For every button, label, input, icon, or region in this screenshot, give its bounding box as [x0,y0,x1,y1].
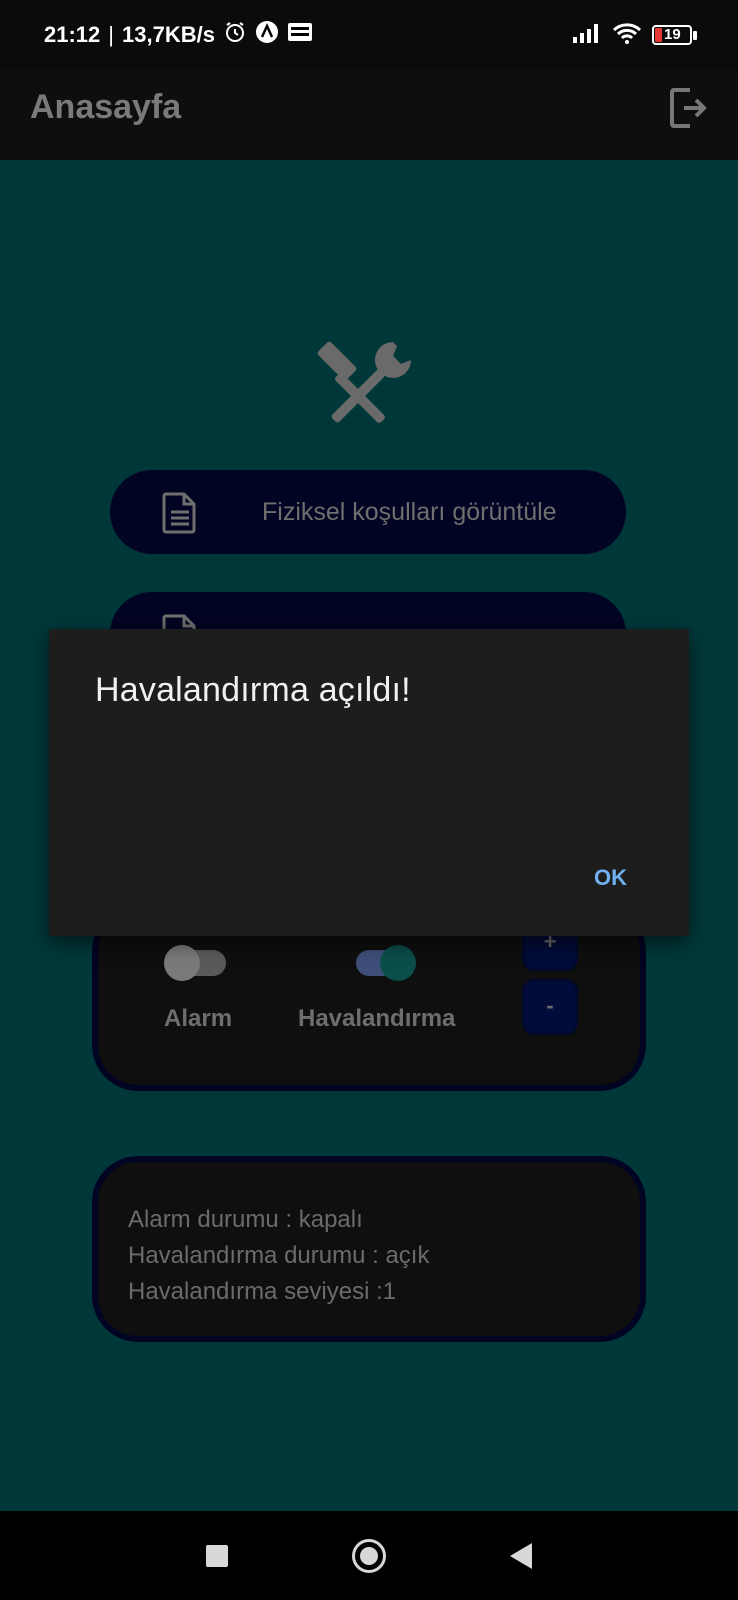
dialog-title: Havalandırma açıldı! [95,671,411,709]
decrease-button[interactable]: - [522,979,578,1035]
ventilation-label: Havalandırma [298,1005,456,1032]
battery-level: 19 [664,25,681,43]
alarm-icon [223,20,247,50]
alarm-toggle[interactable] [164,943,228,983]
logout-icon[interactable] [668,86,708,130]
tools-icon [315,332,425,432]
navigation-bar [0,1511,738,1600]
alarm-toggle-knob [164,945,200,981]
ventilation-toggle-knob [380,945,416,981]
ventilation-toggle[interactable] [356,943,420,983]
recents-icon[interactable] [206,1545,228,1567]
document-icon [162,492,198,539]
ventilation-level-text: Havalandırma seviyesi :1 [128,1278,397,1305]
status-divider: | [108,22,114,47]
app-title: Anasayfa [30,88,182,126]
back-icon[interactable] [510,1543,532,1574]
alert-dialog: Havalandırma açıldı! OK [49,629,689,936]
status-speed: 13,7KB/s [122,22,215,47]
alarm-status-text: Alarm durumu : kapalı [128,1206,363,1233]
status-card: Alarm durumu : kapalı Havalandırma durum… [92,1156,646,1342]
status-left: 21:12 | 13,7KB/s [44,20,313,50]
battery-icon: 19 [652,24,698,47]
dialog-ok-button[interactable]: OK [594,865,627,891]
home-icon[interactable] [352,1539,386,1573]
view-physical-conditions-label: Fiziksel koşulları görüntüle [262,498,557,526]
app-a-icon [255,20,279,50]
status-time: 21:12 [44,22,101,47]
webtoon-icon [287,21,313,49]
signal-icon [572,23,602,48]
ventilation-status-text: Havalandırma durumu : açık [128,1242,430,1269]
app-bar: Anasayfa [0,70,738,160]
status-bar: 21:12 | 13,7KB/s 19 [0,0,738,70]
alarm-label: Alarm [164,1005,233,1032]
view-physical-conditions-button[interactable]: Fiziksel koşulları görüntüle [110,470,626,554]
wifi-icon [612,22,642,49]
status-right: 19 [572,22,698,49]
